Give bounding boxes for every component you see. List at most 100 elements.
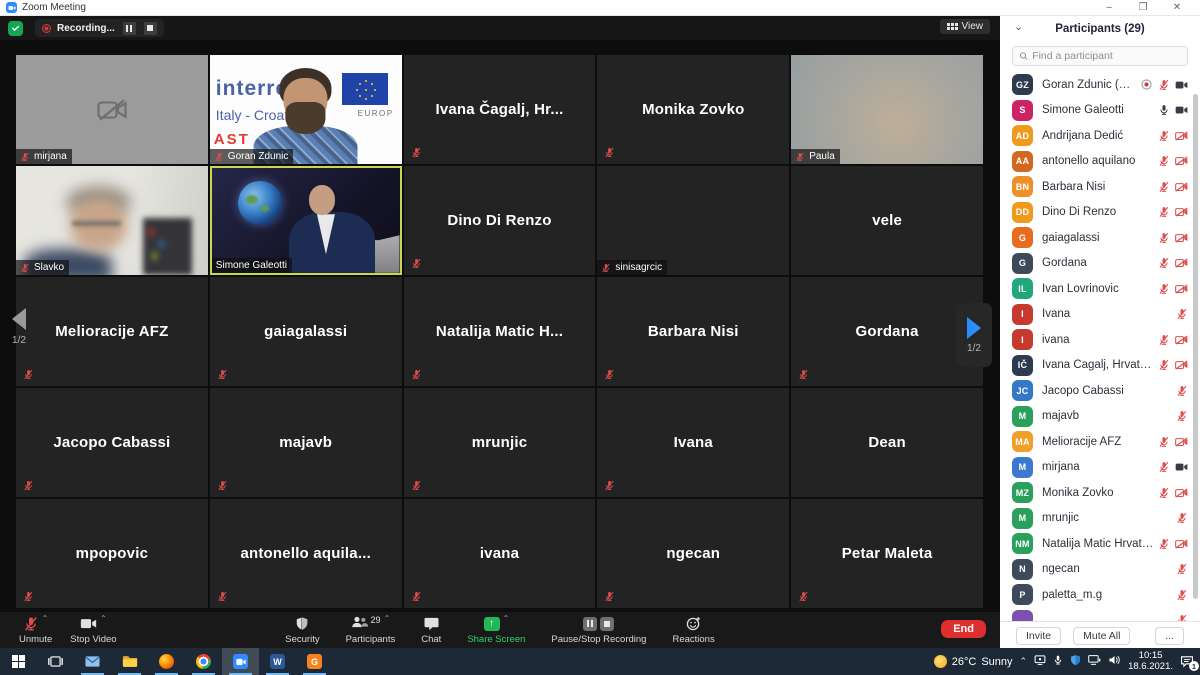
participant-row[interactable]: MAMelioracije AFZ [1000,429,1200,455]
participant-row[interactable]: Nngecan [1000,557,1200,583]
video-tile[interactable]: gaiagalassi [210,277,402,386]
video-tile[interactable]: interregItaly - CroatiaAST EUROP Goran Z… [210,55,402,164]
video-tile[interactable]: mrunjic [404,388,596,497]
muted-mic-icon [411,480,422,491]
participants-button[interactable]: 29⌃ Participants [337,612,405,648]
video-tile[interactable]: ngecan [597,499,789,608]
maximize-button[interactable]: ❐ [1126,0,1160,15]
task-view-button[interactable] [37,648,74,675]
tray-microphone-icon[interactable] [1053,653,1063,671]
video-tile[interactable]: Ivana Čagalj, Hr... [404,55,596,164]
taskbar-firefox[interactable] [148,648,185,675]
tray-app-icon[interactable] [1034,653,1046,671]
taskbar-file-explorer[interactable] [111,648,148,675]
video-tile[interactable]: mirjana [16,55,208,164]
taskbar-word[interactable]: W [259,648,296,675]
search-input[interactable] [1032,50,1181,62]
mute-all-button[interactable]: Mute All [1073,627,1130,645]
chat-button[interactable]: Chat [412,612,450,648]
tray-defender-icon[interactable] [1070,653,1081,671]
muted-mic-icon [604,369,615,380]
participant-row[interactable]: Mmrunjic [1000,506,1200,532]
participants-options-chevron[interactable]: ⌃ [384,614,391,623]
taskbar-chrome[interactable] [185,648,222,675]
participant-row[interactable]: IIvana [1000,302,1200,328]
taskbar-zoom[interactable] [222,648,259,675]
stop-icon[interactable] [600,617,614,631]
taskbar-weather[interactable]: 26°C Sunny [934,655,1013,668]
security-button[interactable]: Security [276,612,328,648]
panel-collapse-chevron[interactable]: ⌄ [1014,20,1023,33]
video-tile[interactable]: Gordana [791,277,983,386]
next-page-button[interactable]: 1/2 [956,303,992,367]
participant-row[interactable]: GZGoran Zdunic (Host, me) [1000,72,1200,98]
tray-network-icon[interactable] [1088,653,1101,671]
tray-volume-icon[interactable] [1108,653,1121,671]
video-tile[interactable]: Simone Galeotti [210,166,402,275]
participant-row[interactable]: MZMonika Zovko [1000,480,1200,506]
video-tile[interactable]: Dean [791,388,983,497]
video-tile[interactable]: mpopovic [16,499,208,608]
view-button[interactable]: View [940,19,991,34]
video-tile[interactable]: Natalija Matic H... [404,277,596,386]
video-tile[interactable]: Dino Di Renzo [404,166,596,275]
video-tile[interactable]: majavb [210,388,402,497]
participant-row[interactable]: Ggaiagalassi [1000,225,1200,251]
muted-mic-icon [23,591,34,602]
previous-page-button[interactable]: 1/2 [4,308,34,346]
video-tile[interactable]: Monika Zovko [597,55,789,164]
participant-row[interactable]: ILIvan Lovrinovic [1000,276,1200,302]
pause-stop-recording-button[interactable]: Pause/Stop Recording [542,612,655,648]
participant-row[interactable]: GGordana [1000,251,1200,277]
video-tile[interactable]: Melioracije AFZ [16,277,208,386]
share-screen-button[interactable]: ↑⌃ Share Screen [458,612,534,648]
participant-search[interactable] [1012,46,1188,66]
video-tile[interactable]: antonello aquila... [210,499,402,608]
participant-row[interactable]: AAantonello aquilano [1000,149,1200,175]
pause-recording-button[interactable] [123,22,136,35]
start-button[interactable] [0,648,37,675]
encryption-shield-icon[interactable] [8,21,23,36]
unmute-button[interactable]: ⌃ Unmute [10,612,61,648]
video-tile[interactable]: Slavko [16,166,208,275]
participant-row[interactable] [1000,608,1200,622]
end-meeting-button[interactable]: End [941,620,986,638]
video-options-chevron[interactable]: ⌃ [100,614,107,623]
participant-row[interactable]: SSimone Galeotti [1000,98,1200,124]
participant-row[interactable]: Iivana [1000,327,1200,353]
invite-button[interactable]: Invite [1016,627,1061,645]
participant-row[interactable]: JCJacopo Cabassi [1000,378,1200,404]
participant-row[interactable]: Ppaletta_m.g [1000,582,1200,608]
pause-icon[interactable] [583,617,597,631]
share-options-chevron[interactable]: ⌃ [503,614,510,623]
video-tile[interactable]: vele [791,166,983,275]
stop-video-button[interactable]: ⌃ Stop Video [61,612,125,648]
minimize-button[interactable]: – [1092,0,1126,15]
video-tile[interactable]: sinisagrcic [597,166,789,275]
taskbar-g-app[interactable]: G [296,648,333,675]
taskbar-mail-app[interactable] [74,648,111,675]
taskbar-clock[interactable]: 10:15 18.6.2021. [1128,651,1173,673]
participant-row[interactable]: ADAndrijana Dedić [1000,123,1200,149]
more-options-button[interactable]: ... [1155,627,1184,645]
video-tile[interactable]: Petar Maleta [791,499,983,608]
participant-row[interactable]: DDDino Di Renzo [1000,200,1200,226]
audio-options-chevron[interactable]: ⌃ [42,614,49,623]
participant-row[interactable]: Mmirjana [1000,455,1200,481]
participant-row[interactable]: NMNatalija Matic Hrvatske vode [1000,531,1200,557]
video-tile[interactable]: ivana [404,499,596,608]
reactions-button[interactable]: Reactions [663,612,723,648]
close-button[interactable]: ✕ [1160,0,1194,15]
muted-mic-icon [1158,538,1170,550]
tray-expand-chevron[interactable]: ⌃ [1020,656,1028,667]
action-center-button[interactable]: 1 [1180,655,1194,668]
video-tile[interactable]: Jacopo Cabassi [16,388,208,497]
stop-recording-button[interactable] [144,22,157,35]
panel-scrollbar[interactable] [1193,94,1198,599]
video-tile[interactable]: Barbara Nisi [597,277,789,386]
video-tile[interactable]: Ivana [597,388,789,497]
participant-row[interactable]: Mmajavb [1000,404,1200,430]
participant-row[interactable]: BNBarbara Nisi [1000,174,1200,200]
video-tile[interactable]: Paula [791,55,983,164]
participant-row[interactable]: IČIvana Čagalj, Hrvatske vode [1000,353,1200,379]
